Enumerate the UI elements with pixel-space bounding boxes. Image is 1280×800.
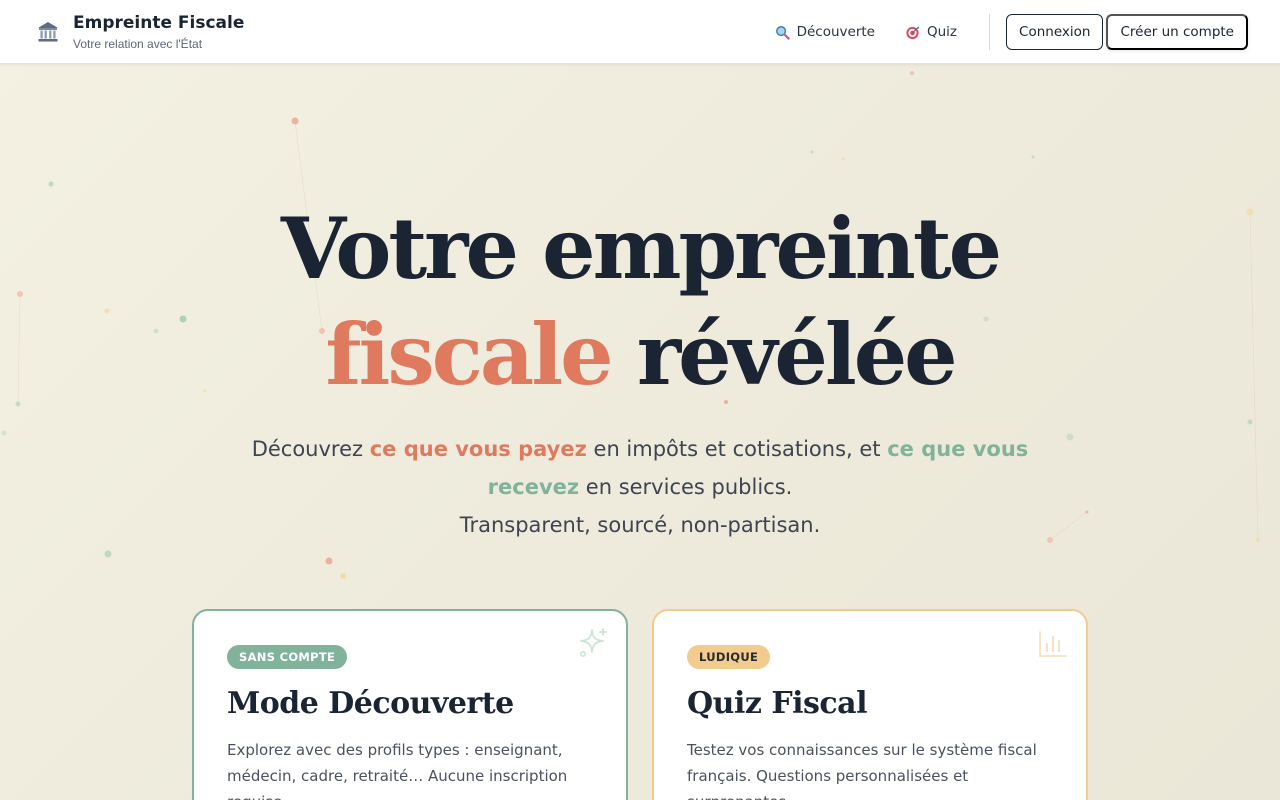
register-button[interactable]: Créer un compte (1106, 14, 1248, 50)
bar-chart-icon (1039, 631, 1067, 657)
hero-desc-suffix: en services publics. (579, 475, 793, 499)
hero-title-accent: fiscale (325, 305, 613, 404)
main-nav: Découverte Quiz Connexion Créer un compt… (765, 14, 1248, 50)
top-navbar: Empreinte Fiscale Votre relation avec l'… (0, 0, 1280, 64)
hero-title-rest: révélée (636, 305, 958, 404)
magnifier-icon (775, 25, 790, 40)
hero-tagline: Transparent, sourcé, non-partisan. (459, 513, 821, 537)
card-quiz-text: Testez vos connaissances sur le système … (687, 741, 1037, 800)
hero-title: Votre empreinte fiscale révélée (0, 196, 1280, 408)
bank-building-icon (38, 22, 58, 42)
target-icon (906, 25, 920, 39)
brand-name: Empreinte Fiscale (73, 13, 245, 33)
nav-link-discovery-label: Découverte (796, 24, 875, 40)
nav-link-discovery[interactable]: Découverte (765, 14, 885, 50)
card-discovery-mode[interactable]: SANS COMPTE Mode Découverte Explorez ave… (192, 609, 628, 800)
brand-subtitle: Votre relation avec l'État (73, 37, 203, 51)
hero-desc-pay-highlight: ce que vous payez (369, 437, 587, 461)
card-discovery-text: Explorez avec des profils types : enseig… (227, 741, 568, 800)
brand-logo-link[interactable]: Empreinte Fiscale Votre relation avec l'… (36, 12, 244, 56)
sparkles-icon (580, 628, 607, 657)
badge-playful: LUDIQUE (687, 645, 771, 669)
login-button[interactable]: Connexion (1006, 14, 1104, 50)
nav-link-quiz[interactable]: Quiz (895, 14, 967, 50)
card-quiz[interactable]: LUDIQUE Quiz Fiscal Testez vos connaissa… (652, 609, 1088, 800)
hero-desc-prefix: Découvrez (251, 437, 370, 461)
card-quiz-title: Quiz Fiscal (687, 686, 868, 721)
badge-no-account: SANS COMPTE (227, 645, 348, 669)
nav-link-quiz-label: Quiz (926, 24, 958, 40)
nav-divider (989, 14, 991, 50)
card-discovery-title: Mode Découverte (227, 686, 514, 721)
hero-description: Découvrez ce que vous payez en impôts et… (240, 430, 1040, 544)
hero-desc-middle: en impôts et cotisations, et (586, 437, 888, 461)
hero-title-line1: Votre empreinte (280, 199, 1002, 298)
